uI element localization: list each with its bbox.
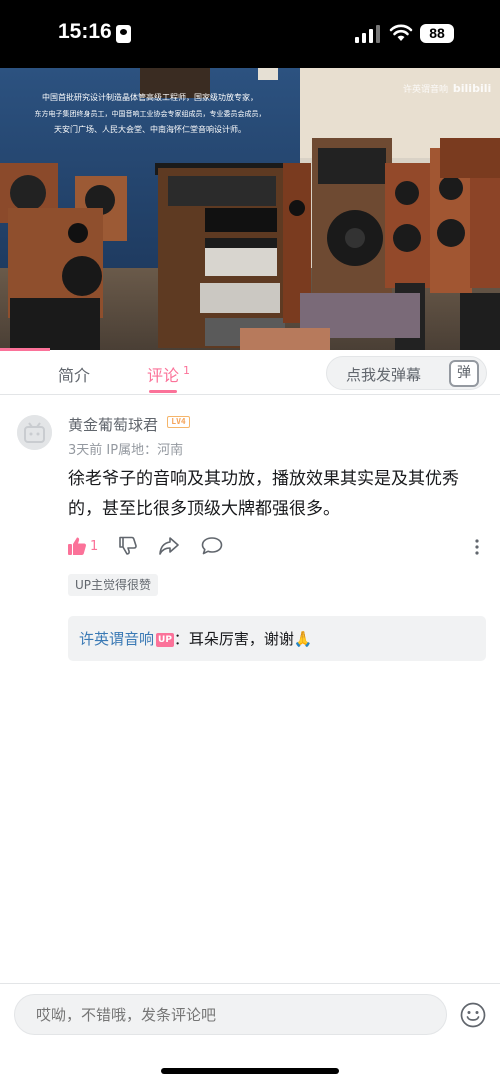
battery-indicator: 88 bbox=[420, 24, 454, 43]
wifi-icon bbox=[389, 24, 413, 41]
comment-meta: 3天前 IP属地：河南 bbox=[68, 443, 184, 458]
reply-preview[interactable]: 许英谓音响 UP ：耳朵厉害，谢谢🙏 bbox=[68, 616, 486, 661]
video-player[interactable]: 中国首批研究设计制造晶体管高级工程师，国家级功放专家， 东方电子集团终身员工，中… bbox=[0, 68, 500, 350]
more-vertical-icon bbox=[475, 539, 479, 555]
reply-text: ：耳朵厉害，谢谢🙏 bbox=[173, 630, 313, 648]
default-avatar-icon bbox=[17, 415, 52, 450]
share-icon bbox=[159, 537, 179, 555]
overlay-line: 中国首批研究设计制造晶体管高级工程师，国家级功放专家， bbox=[42, 93, 258, 102]
watermark-channel: 许英谓音响 bbox=[403, 85, 449, 95]
bilibili-logo: bilibili bbox=[452, 82, 492, 95]
comment-actions: 1 bbox=[0, 536, 500, 560]
share-button[interactable] bbox=[159, 536, 179, 560]
id-card-icon bbox=[116, 25, 131, 43]
like-count: 1 bbox=[90, 538, 99, 554]
status-time: 15:16 bbox=[58, 20, 112, 43]
level-badge: LV4 bbox=[167, 416, 190, 428]
up-badge: UP bbox=[156, 633, 174, 647]
tab-comments-count: 1 bbox=[183, 364, 191, 377]
video-watermark: 许英谓音响 bilibili bbox=[403, 82, 491, 95]
home-indicator bbox=[161, 1068, 339, 1074]
video-overlay-text: 中国首批研究设计制造晶体管高级工程师，国家级功放专家， 东方电子集团终身员工，中… bbox=[0, 90, 300, 138]
more-options-button[interactable] bbox=[474, 536, 484, 560]
thumbs-down-icon bbox=[119, 536, 137, 555]
like-button[interactable]: 1 bbox=[67, 536, 98, 556]
danmaku-input[interactable]: 点我发弹幕 弹 bbox=[326, 356, 487, 390]
danmaku-placeholder: 点我发弹幕 bbox=[346, 366, 422, 384]
danmaku-toggle-icon[interactable]: 弹 bbox=[449, 360, 479, 387]
signal-icon bbox=[355, 25, 380, 43]
thumbs-up-icon bbox=[68, 537, 87, 555]
status-bar: 15:16 88 bbox=[0, 0, 500, 68]
reply-button[interactable] bbox=[201, 536, 223, 560]
tab-comments[interactable]: 评论 1 bbox=[147, 362, 190, 386]
comment-text: 徐老爷子的音响及其功放，播放效果其实是及其优秀的，甚至比很多顶级大牌都强很多。 bbox=[68, 469, 459, 519]
tab-intro[interactable]: 简介 bbox=[58, 362, 90, 386]
active-tab-indicator bbox=[149, 390, 177, 393]
tab-comments-label: 评论 bbox=[147, 366, 180, 385]
bottom-comment-bar bbox=[0, 983, 500, 1083]
comment-input[interactable] bbox=[14, 994, 447, 1035]
comment-username[interactable]: 黄金葡萄球君 bbox=[68, 414, 158, 435]
emoji-icon[interactable] bbox=[460, 1002, 486, 1028]
comment-bubble-icon bbox=[201, 537, 223, 555]
overlay-line: 天安门广场、人民大会堂、中南海怀仁堂音响设计师。 bbox=[54, 125, 246, 134]
reply-line: 许英谓音响 UP ：耳朵厉害，谢谢🙏 bbox=[79, 628, 313, 649]
reply-author[interactable]: 许英谓音响 bbox=[79, 630, 154, 648]
avatar[interactable] bbox=[17, 415, 52, 450]
dislike-button[interactable] bbox=[118, 536, 138, 560]
up-liked-badge: UP主觉得很赞 bbox=[68, 574, 159, 596]
overlay-line: 东方电子集团终身员工，中国音响工业协会专家组成员，专业委员会成员， bbox=[34, 110, 266, 118]
